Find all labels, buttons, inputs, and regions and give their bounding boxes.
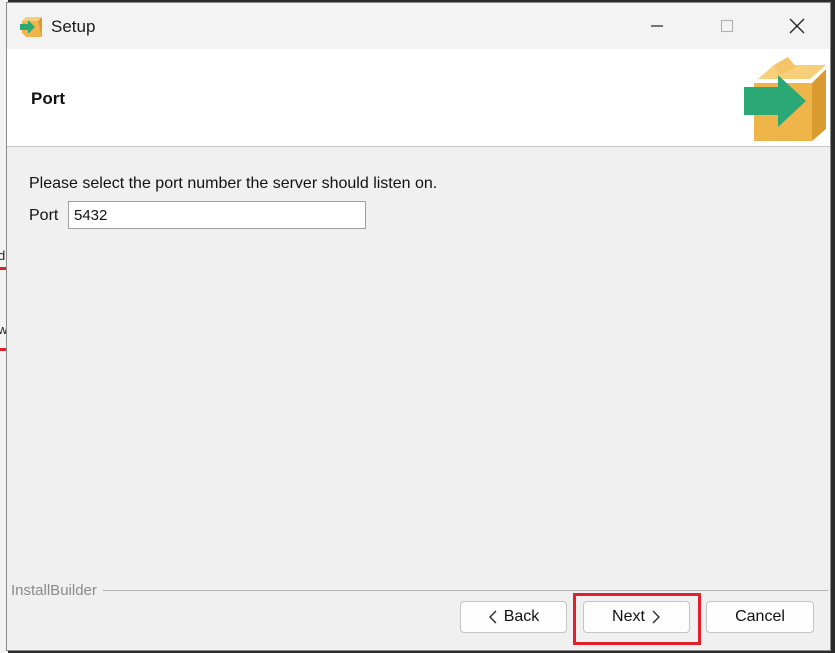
footer-divider bbox=[11, 590, 828, 591]
instruction-text: Please select the port number the server… bbox=[29, 175, 438, 192]
minimize-icon bbox=[651, 25, 663, 27]
installer-logo-icon bbox=[744, 57, 826, 141]
window-title: Setup bbox=[51, 17, 96, 36]
cancel-button-label: Cancel bbox=[735, 608, 785, 625]
close-icon bbox=[789, 18, 805, 34]
maximize-icon bbox=[720, 19, 734, 33]
port-input[interactable] bbox=[68, 201, 366, 229]
minimize-button[interactable] bbox=[627, 3, 687, 49]
chevron-left-icon bbox=[488, 610, 497, 624]
back-button[interactable]: Back bbox=[460, 601, 567, 633]
close-button[interactable] bbox=[767, 3, 827, 49]
next-button[interactable]: Next bbox=[583, 601, 690, 633]
cancel-button[interactable]: Cancel bbox=[706, 601, 814, 633]
installbuilder-brand: InstallBuilder bbox=[11, 582, 103, 599]
chevron-right-icon bbox=[652, 610, 660, 624]
page-content: Please select the port number the server… bbox=[7, 147, 830, 583]
next-button-label: Next bbox=[612, 608, 645, 625]
page-title: Port bbox=[31, 89, 65, 108]
app-icon bbox=[20, 17, 42, 37]
back-button-label: Back bbox=[503, 608, 540, 625]
maximize-button[interactable] bbox=[697, 3, 757, 49]
port-label: Port bbox=[29, 207, 59, 224]
title-bar[interactable]: Setup bbox=[7, 3, 830, 49]
page-header: Port bbox=[7, 49, 830, 147]
setup-window: Setup Port Please select the port number… bbox=[6, 2, 831, 651]
background-text: d bbox=[0, 248, 6, 263]
